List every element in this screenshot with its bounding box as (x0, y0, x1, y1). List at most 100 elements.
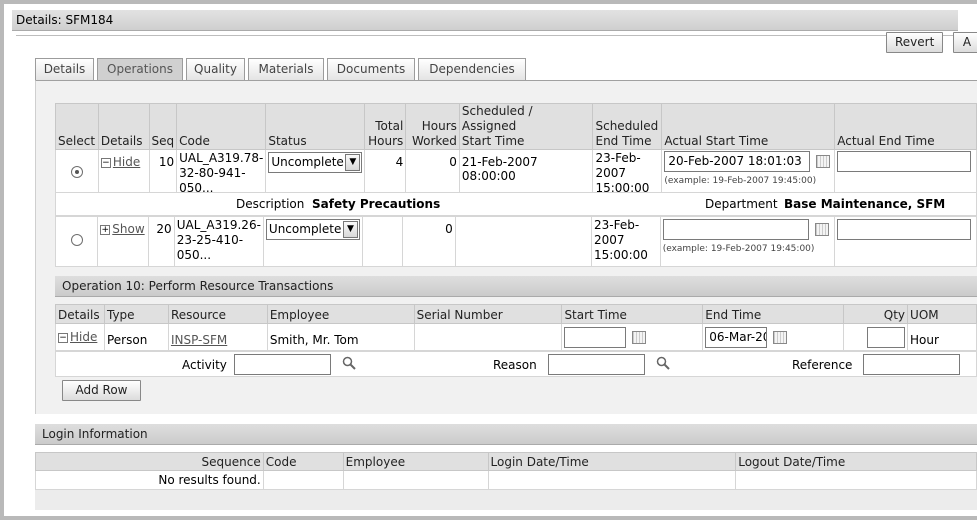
status-cell: Uncomplete ▼ (262, 216, 363, 267)
select-radio[interactable] (70, 166, 83, 178)
details-cell: − Hide (97, 149, 150, 198)
seq-cell: 10 (148, 149, 178, 198)
activity-input[interactable] (234, 354, 331, 375)
code-cell: UAL_A319.26- 23-25-410- 050... (173, 216, 264, 267)
chevron-down-icon: ▼ (342, 221, 358, 238)
empty-cell (487, 470, 737, 490)
actual-start-cell: 20-Feb-2007 18:01:03 (example: 19-Feb-20… (661, 149, 836, 198)
start-time-input[interactable] (564, 326, 627, 348)
search-icon[interactable] (656, 356, 670, 373)
login-footer (35, 490, 977, 510)
col-sequence: Sequence (35, 452, 264, 471)
empty-cell (262, 470, 344, 490)
col-actual-end: Actual End Time (834, 103, 977, 150)
tab-materials[interactable]: Materials (248, 58, 324, 80)
activity-label: Activity (182, 358, 227, 372)
hide-link[interactable]: Hide (113, 155, 140, 169)
col-employee: Employee (266, 304, 415, 324)
qty-cell (843, 323, 909, 351)
col-employee: Employee (342, 452, 489, 471)
reference-input[interactable] (863, 354, 960, 375)
code-cell: UAL_A319.78- 32-80-941- 050... (176, 149, 267, 198)
hours-worked-cell: 0 (401, 216, 456, 267)
no-results-text: No results found. (35, 470, 264, 490)
tab-quality[interactable]: Quality (186, 58, 245, 80)
col-logout-time: Logout Date/Time (735, 452, 977, 471)
date-format-hint: (example: 19-Feb-2007 19:45:00) (664, 176, 817, 186)
scheduled-end-cell: 23-Feb- 2007 15:00:00 (592, 149, 663, 198)
col-end-time: End Time (702, 304, 845, 324)
resource-cell: INSP-SFM (167, 323, 268, 351)
department-value: Base Maintenance, SFM (784, 197, 946, 211)
scheduled-start-cell: 21-Feb-2007 08:00:00 (458, 149, 594, 198)
actual-end-input[interactable] (837, 151, 972, 172)
tab-documents[interactable]: Documents (327, 58, 415, 80)
login-section-header: Login Information (35, 424, 977, 445)
login-header-row: Sequence Code Employee Login Date/Time L… (35, 452, 977, 471)
reason-input[interactable] (548, 354, 645, 375)
status-select[interactable]: Uncomplete ▼ (265, 219, 360, 240)
status-select[interactable]: Uncomplete ▼ (268, 152, 363, 173)
minus-icon[interactable]: − (100, 157, 111, 168)
type-cell: Person (103, 323, 169, 351)
minus-icon[interactable]: − (58, 332, 68, 343)
actual-start-cell: (example: 19-Feb-2007 19:45:00) (659, 216, 836, 267)
date-format-hint: (example: 19-Feb-2007 19:45:00) (662, 244, 815, 254)
resource-section-title: Operation 10: Perform Resource Transacti… (62, 279, 334, 293)
description-value: Safety Precautions (312, 197, 441, 211)
revert-button[interactable]: Revert (886, 32, 944, 53)
col-total-hours: Total Hours (364, 103, 407, 150)
table-row: + Show 20 UAL_A319.26- 23-25-410- 050... Un… (54, 216, 977, 267)
scheduled-end-cell: 23-Feb- 2007 15:00:00 (590, 216, 661, 267)
search-icon[interactable] (342, 356, 356, 373)
apply-button[interactable]: A (953, 32, 977, 53)
resource-header-row: Details Type Resource Employee Serial Nu… (55, 304, 977, 324)
col-uom: UOM (907, 304, 977, 324)
total-hours-cell (361, 216, 403, 267)
login-table: Sequence Code Employee Login Date/Time L… (35, 452, 977, 490)
col-serial-number: Serial Number (413, 304, 563, 324)
table-row: No results found. (35, 470, 977, 490)
hide-link[interactable]: Hide (70, 330, 97, 344)
description-label: Description (236, 197, 305, 211)
show-link[interactable]: Show (112, 222, 144, 236)
select-cell (55, 149, 99, 198)
end-time-cell: 06-Mar-20 (702, 323, 845, 351)
header-divider (16, 35, 976, 36)
calendar-icon[interactable] (773, 330, 788, 344)
select-radio[interactable] (70, 234, 83, 246)
resource-table: Details Type Resource Employee Serial Nu… (55, 304, 977, 351)
status-cell: Uncomplete ▼ (265, 149, 366, 198)
actual-start-input[interactable] (662, 219, 809, 240)
col-scheduled-start: Scheduled / Assigned Start Time (458, 103, 594, 150)
resource-link[interactable]: INSP-SFM (171, 333, 227, 347)
plus-icon[interactable]: + (100, 224, 111, 235)
operations-table: Select Details Seq Code Status Total Hour… (55, 103, 977, 198)
hours-worked-cell: 0 (405, 149, 460, 198)
select-cell (54, 216, 99, 267)
actual-end-input[interactable] (837, 219, 972, 240)
calendar-icon[interactable] (632, 330, 647, 344)
chevron-down-icon: ▼ (345, 154, 361, 171)
resource-detail-row: Activity Reason Reference (55, 351, 977, 377)
page: Details: SFM184 Revert A Details Operati… (4, 4, 977, 516)
operations-header-row: Select Details Seq Code Status Total Hour… (55, 103, 977, 150)
qty-input[interactable] (867, 326, 906, 348)
add-row-button[interactable]: Add Row (62, 380, 141, 401)
col-seq: Seq (148, 103, 178, 150)
calendar-icon[interactable] (816, 155, 831, 168)
empty-cell (342, 470, 489, 490)
end-time-input[interactable]: 06-Mar-20 (705, 326, 768, 348)
calendar-icon[interactable] (814, 223, 829, 236)
operation-detail-row: Description Safety Precautions Departmen… (55, 192, 977, 216)
table-row: − Hide Person INSP-SFM Smith, Mr. Tom 06-… (55, 323, 977, 351)
tab-operations[interactable]: Operations (97, 58, 183, 80)
reference-label: Reference (792, 358, 853, 372)
tab-details[interactable]: Details (35, 58, 94, 80)
uom-cell: Hour (907, 323, 977, 351)
actual-end-cell (834, 216, 977, 267)
total-hours-cell: 4 (364, 149, 407, 198)
tab-dependencies[interactable]: Dependencies (418, 58, 526, 80)
page-header: Details: SFM184 (12, 10, 958, 31)
actual-start-input[interactable]: 20-Feb-2007 18:01:03 (664, 151, 811, 172)
